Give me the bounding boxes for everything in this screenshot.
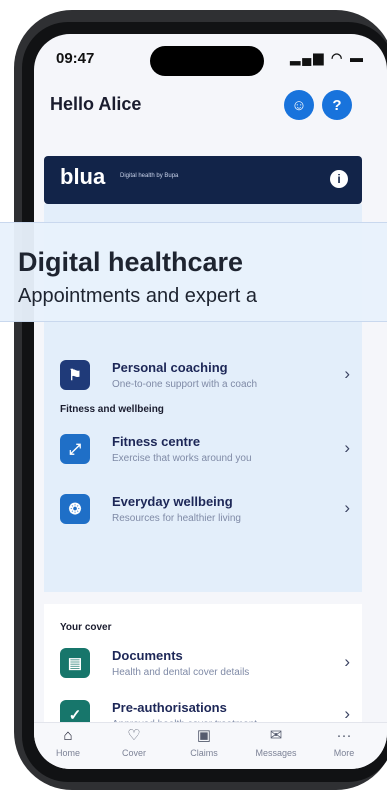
- list-item-documents[interactable]: ▤ Documents Health and dental cover deta…: [60, 642, 350, 692]
- overlay-subtitle: Appointments and expert a: [18, 285, 258, 307]
- claims-icon: ▣: [196, 727, 212, 744]
- list-item-everyday-wellbeing[interactable]: ❂ Everyday wellbeing Resources for healt…: [60, 488, 350, 538]
- brand-logo: blua: [60, 164, 106, 189]
- item-title: Fitness centre: [112, 434, 201, 449]
- tab-label: Cover: [121, 748, 146, 758]
- info-icon[interactable]: i: [330, 170, 348, 188]
- item-subtitle: Exercise that works around you: [112, 453, 252, 464]
- chevron-right-icon: ›: [344, 364, 350, 383]
- tab-label: Home: [55, 748, 80, 758]
- section-title-fitness: Fitness and wellbeing: [60, 404, 164, 415]
- tab-label: More: [333, 748, 355, 758]
- section-title-cover: Your cover: [60, 622, 112, 633]
- chevron-right-icon: ›: [344, 704, 350, 723]
- wellbeing-icon: ❂: [60, 494, 90, 524]
- tab-cover[interactable]: ♡ Cover: [104, 727, 164, 758]
- signal-icon: ▂▄▆: [290, 50, 326, 65]
- status-icons: ▂▄▆ ◠ ▬: [290, 50, 365, 66]
- messages-icon: ✉: [269, 727, 283, 744]
- digital-healthcare-overlay: Digital healthcare Appointments and expe…: [0, 222, 387, 322]
- tab-label: Messages: [255, 748, 297, 758]
- chevron-right-icon: ›: [344, 498, 350, 517]
- item-title: Personal coaching: [112, 360, 228, 375]
- item-subtitle: Health and dental cover details: [112, 667, 250, 678]
- battery-icon: ▬: [350, 50, 365, 65]
- list-item-fitness-centre[interactable]: ⤢ Fitness centre Exercise that works aro…: [60, 428, 350, 478]
- app-screen: 09:47 ▂▄▆ ◠ ▬ Hello Alice ☺ ? blua Digit…: [34, 34, 387, 769]
- brand-tagline: Digital health by Bupa: [120, 173, 179, 179]
- item-title: Documents: [112, 648, 183, 663]
- cover-section: Your cover ▤ Documents Health and dental…: [44, 604, 362, 730]
- blua-banner[interactable]: blua Digital health by Bupa i: [44, 156, 362, 204]
- cover-icon: ♡: [127, 727, 141, 744]
- tab-label: Claims: [190, 748, 218, 758]
- status-time: 09:47: [56, 50, 95, 67]
- dynamic-island: [150, 46, 264, 76]
- list-item-personal-coaching[interactable]: ⚑ Personal coaching One-to-one support w…: [60, 354, 350, 404]
- item-subtitle: Resources for healthier living: [112, 513, 241, 524]
- item-subtitle: One-to-one support with a coach: [112, 379, 258, 390]
- tab-more[interactable]: ··· More: [314, 727, 374, 758]
- documents-icon: ▤: [60, 648, 90, 678]
- chevron-right-icon: ›: [344, 438, 350, 457]
- greeting-title: Hello Alice: [50, 94, 142, 114]
- profile-button[interactable]: ☺: [284, 90, 314, 120]
- fitness-icon: ⤢: [60, 434, 90, 464]
- overlay-title: Digital healthcare: [18, 247, 244, 277]
- tab-claims[interactable]: ▣ Claims: [174, 727, 234, 758]
- chevron-right-icon: ›: [344, 652, 350, 671]
- person-icon: ☺: [291, 96, 307, 114]
- tab-messages[interactable]: ✉ Messages: [246, 727, 306, 758]
- item-title: Pre-authorisations: [112, 700, 227, 715]
- bottom-tab-bar: ⌂ Home ♡ Cover ▣ Claims ✉ Messages ··· M…: [34, 722, 387, 769]
- tab-home[interactable]: ⌂ Home: [38, 727, 98, 758]
- help-button[interactable]: ?: [322, 90, 352, 120]
- wifi-icon: ◠: [331, 50, 345, 65]
- question-icon: ?: [332, 96, 342, 114]
- item-title: Everyday wellbeing: [112, 494, 233, 509]
- more-icon: ···: [336, 727, 352, 744]
- home-icon: ⌂: [63, 727, 73, 744]
- coaching-icon: ⚑: [60, 360, 90, 390]
